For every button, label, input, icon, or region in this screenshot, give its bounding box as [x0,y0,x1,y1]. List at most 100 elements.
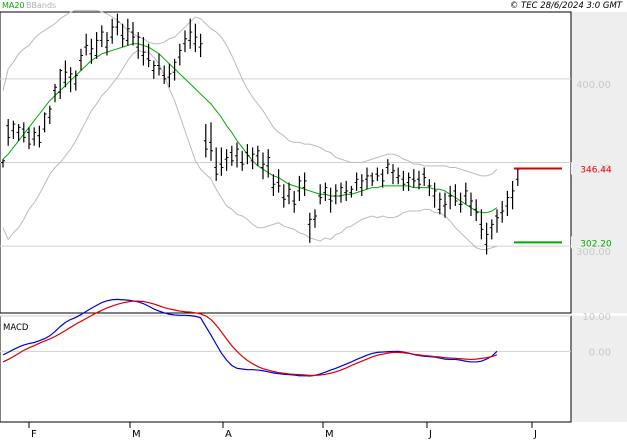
ohlc-bar [510,180,515,210]
x-axis: FMAMJJ [28,422,537,440]
resistance-label: 346.44 [580,165,612,175]
ohlc-bar [146,43,151,68]
ohlc-bar [203,124,208,158]
ohlc-bar [323,182,328,201]
ohlc-bar [422,167,427,186]
ohlc-bar [287,182,291,205]
ohlc-bar [63,60,68,88]
ohlc-bar [79,48,83,71]
ma20-line [2,43,498,214]
macd-panel-frame [0,315,572,423]
ohlc-bar [37,125,42,148]
ohlc-bar [448,185,453,210]
ohlc-bar [354,172,359,191]
ohlc-bar [396,167,401,185]
ohlc-bar [53,83,57,103]
macd-panel-title: MACD [3,323,29,333]
ohlc-bar [313,209,317,228]
ohlc-bar [27,127,31,150]
ohlc-bar [125,18,130,46]
macd-y-tick-label: 0.00 [589,347,611,358]
ohlc-bar [219,147,224,176]
ohlc-bar [453,184,458,206]
ohlc-bar [333,184,338,205]
bollinger-bands [2,9,498,250]
ohlc-bar [417,170,421,190]
ohlc-bar [406,172,411,191]
ohlc-bar [183,30,187,53]
x-tick-label: M [132,429,141,440]
ohlc-bar [235,142,239,168]
bbands-lower-line [2,49,498,250]
ohlc-bar [224,149,229,171]
ohlc-bar [276,169,281,193]
x-tick-label: A [225,429,232,440]
ohlc-bar [365,167,369,190]
bbands-upper-line [2,9,498,177]
macd-gridlines [0,315,571,352]
macd-lines [2,298,498,377]
ohlc-bar [401,170,406,191]
ohlc-bar [479,209,484,240]
ohlc-bar [458,192,463,213]
ohlc-bar [151,60,156,79]
ohlc-bar [432,182,437,208]
ohlc-bar [42,112,47,133]
stock-chart: MA20 BBands © TEC 28/6/2024 3:0 GMT 300.… [0,1,627,440]
ohlc-bar [292,190,297,213]
ohlc-bar [84,33,89,56]
ohlc-bar [489,219,494,240]
macd-axis-panel [571,316,627,422]
ohlc-bar [214,147,219,181]
ohlc-bar [6,119,11,146]
x-tick-label: J [533,429,537,440]
ohlc-bar [391,164,395,185]
price-gridlines [0,78,571,247]
ohlc-bar [245,144,250,165]
ohlc-bar [500,200,505,223]
bbands-legend-label: BBands [26,1,56,10]
ohlc-bar [11,120,16,140]
ohlc-bar [58,68,63,99]
ohlc-bar [437,192,442,215]
ohlc-bar [281,184,286,208]
signal-line [2,300,498,376]
ohlc-bar [370,172,375,186]
ohlc-bar [99,25,104,48]
x-tick-label: F [31,429,37,440]
ohlc-bar [375,167,380,181]
ma20-legend-label: MA20 [2,1,25,10]
ohlc-bar [32,127,37,146]
ohlc-bar [495,209,499,233]
ohlc-bar [302,172,307,196]
ohlc-bar [47,105,52,125]
macd-y-tick-label: 10.00 [582,312,611,323]
price-y-tick-label: 400.00 [576,80,611,91]
ohlc-bar [469,192,473,217]
copyright-label: © TEC 28/6/2024 3:0 GMT [510,1,623,11]
ohlc-bar [193,23,198,53]
ohlc-bar [162,65,167,84]
support-label: 302.20 [580,239,612,249]
x-tick-label: J [428,429,432,440]
ohlc-bar [157,53,161,76]
ohlc-bar [344,180,349,201]
ohlc-bar [177,43,182,66]
ohlc-bar [349,185,354,198]
ohlc-bar [115,13,120,36]
ohlc-bar [110,18,115,44]
ohlc-bar [411,169,416,188]
ohlc-bar [198,33,203,58]
ohlc-bar [240,150,245,171]
ohlc-bar [328,187,333,213]
ohlc-bar [209,122,213,161]
ohlc-bar [515,168,520,186]
ohlc-bar [505,190,510,217]
ohlc-bar [463,182,468,205]
ohlc-bar [261,152,265,180]
ohlc-bar [443,192,447,218]
x-tick-label: M [325,429,334,440]
ma20-polyline [2,43,498,214]
ohlc-bar [167,63,172,88]
ohlc-bar [1,159,5,168]
